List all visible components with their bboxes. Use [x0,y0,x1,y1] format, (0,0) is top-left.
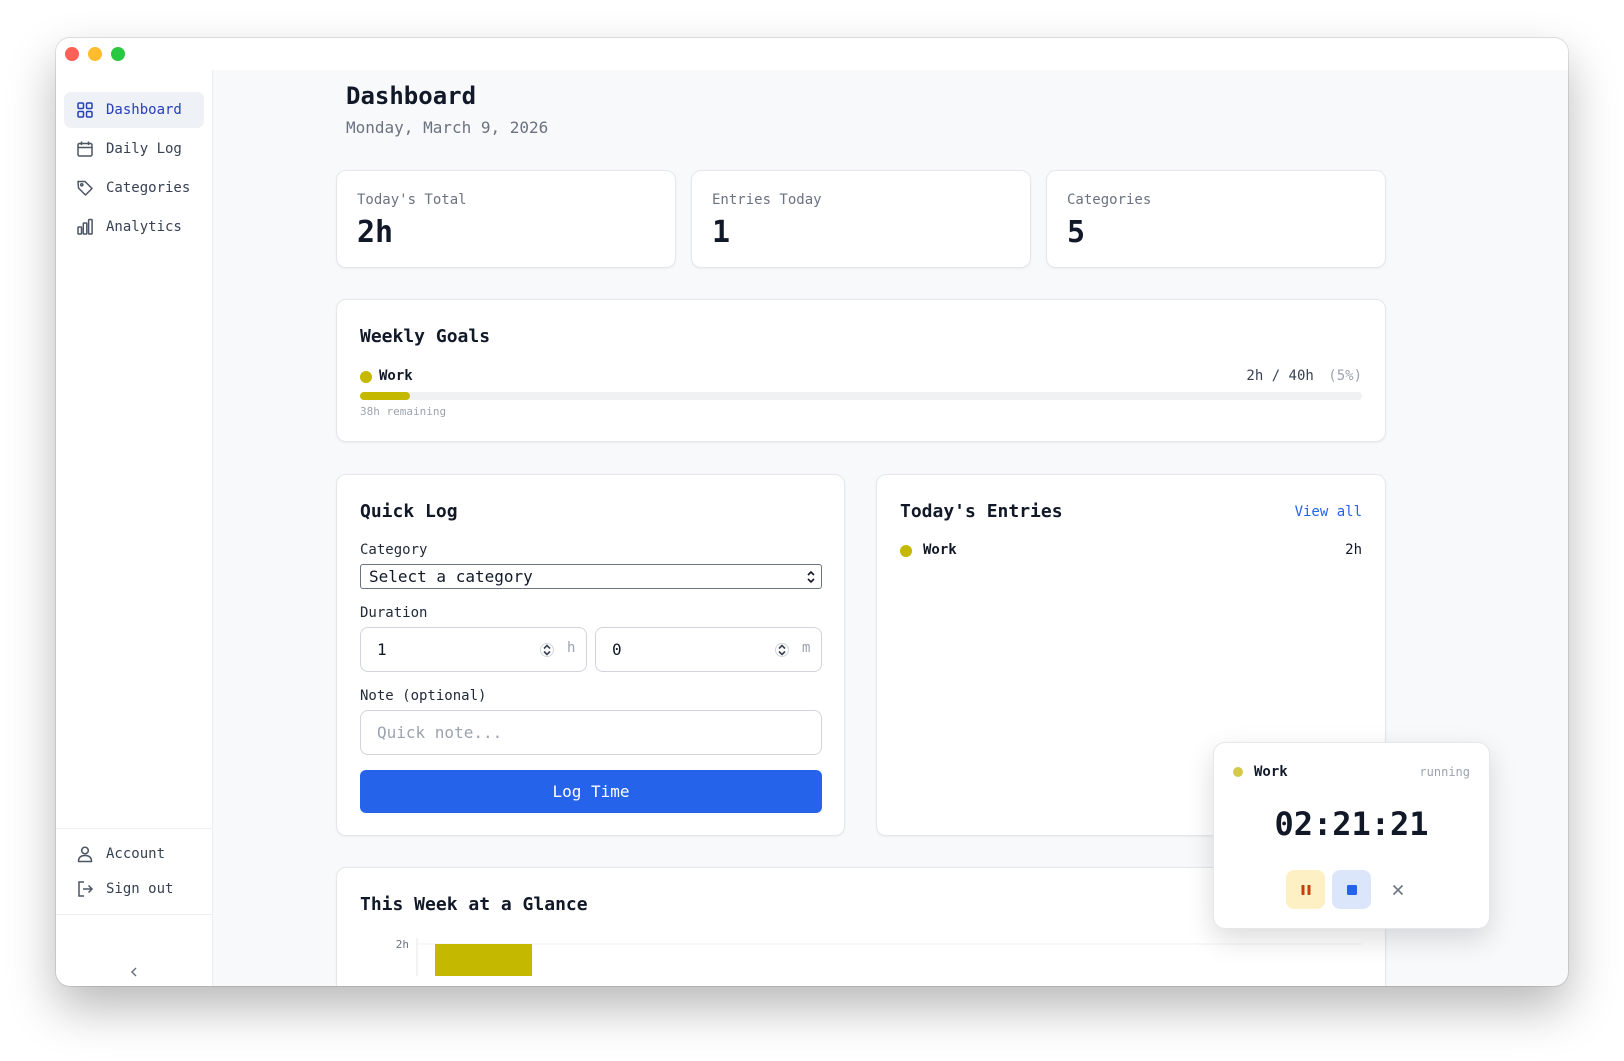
timer-category-dot [1233,767,1243,777]
stat-label: Today's Total [357,192,467,208]
goal-name: Work [379,368,413,384]
hours-unit: h [567,640,576,656]
stepper-icon[interactable] [540,640,554,660]
view-all-link[interactable]: View all [1295,504,1362,520]
timer-display: 02:21:21 [1274,805,1429,843]
goal-percent: (5%) [1328,368,1362,384]
sidebar-item-analytics[interactable]: Analytics [64,209,204,245]
sidebar-item-dashboard[interactable]: Dashboard [64,92,204,128]
grid-icon [77,102,93,118]
select-chevron-icon [807,570,815,584]
goal-progress-text: 2h / 40h (5%) [1246,368,1362,384]
sidebar-item-label: Analytics [106,219,182,235]
duration-label: Duration [360,605,428,621]
timer-status: running [1419,765,1470,779]
hours-input[interactable]: 1 h [360,627,587,672]
category-select-value: Select a category [369,567,533,586]
weekly-goals-card: Weekly Goals Work 2h / 40h (5%) 38h rema… [336,299,1386,442]
sidebar-item-label: Account [106,846,166,862]
stat-card-total: Today's Total 2h [336,170,676,268]
close-window-button[interactable] [65,47,79,61]
pause-icon [1301,884,1310,895]
list-item[interactable]: Work 2h [900,542,1362,562]
chart-bar [435,944,532,976]
card-title: This Week at a Glance [360,894,588,915]
maximize-window-button[interactable] [111,47,125,61]
close-icon [1392,884,1403,895]
note-label: Note (optional) [360,688,487,704]
tag-icon [77,180,93,196]
stop-button[interactable] [1332,870,1371,909]
goal-progress-fill [360,392,411,400]
calendar-icon [77,141,93,157]
stat-card-categories: Categories 5 [1046,170,1386,268]
y-tick-label: 2h [396,938,409,951]
card-title: Weekly Goals [360,326,491,347]
collapse-sidebar-button[interactable] [122,960,146,984]
stop-icon [1346,884,1357,895]
pause-button[interactable] [1286,870,1325,909]
chevron-left-icon [130,967,137,977]
sidebar-item-categories[interactable]: Categories [64,170,204,206]
stat-value: 2h [357,215,394,250]
entry-duration: 2h [1345,542,1362,558]
sidebar-item-daily-log[interactable]: Daily Log [64,131,204,167]
category-label: Category [360,542,428,558]
category-dot [360,371,372,383]
entry-name: Work [923,542,957,558]
user-icon [77,846,93,863]
discard-button[interactable] [1378,870,1417,909]
note-placeholder: Quick note... [377,723,503,742]
sidebar: Dashboard Daily Log Categories Analytics [56,70,213,986]
page-title: Dashboard [346,82,477,110]
stat-label: Categories [1067,192,1152,208]
stat-card-entries: Entries Today 1 [691,170,1031,268]
goal-progress: 2h / 40h [1246,368,1314,384]
minutes-input[interactable]: 0 m [595,627,822,672]
minimize-window-button[interactable] [88,47,102,61]
note-input[interactable]: Quick note... [360,710,822,755]
sidebar-item-label: Categories [106,180,191,196]
sign-out-icon [78,881,94,897]
category-select[interactable]: Select a category [360,564,822,589]
quick-log-card: Quick Log Category Select a category Dur… [336,474,845,836]
sidebar-divider [56,828,213,829]
week-glance-chart: 2h [396,938,1362,976]
bar-chart-icon [77,218,93,235]
log-time-button[interactable]: Log Time [360,770,822,813]
title-bar [56,38,1568,70]
goal-progress-track [360,392,1362,400]
page-date: Monday, March 9, 2026 [346,118,549,137]
hours-value: 1 [377,640,387,659]
card-title: Today's Entries [900,501,1063,522]
sidebar-item-label: Dashboard [106,102,182,118]
minutes-unit: m [802,640,811,656]
sidebar-item-label: Sign out [106,881,174,897]
minutes-value: 0 [612,640,622,659]
timer-widget: Work running 02:21:21 [1213,742,1490,929]
sidebar-item-label: Daily Log [106,141,182,157]
sidebar-item-sign-out[interactable]: Sign out [64,871,204,907]
goal-remaining: 38h remaining [360,405,447,418]
sidebar-item-account[interactable]: Account [64,836,204,872]
category-dot [900,545,912,557]
stat-label: Entries Today [712,192,822,208]
stat-value: 5 [1067,215,1086,250]
card-title: Quick Log [360,501,458,522]
stepper-icon[interactable] [775,640,789,660]
stat-value: 1 [712,215,731,250]
timer-category: Work [1254,764,1288,780]
app-window: Dashboard Daily Log Categories Analytics [56,38,1568,986]
sidebar-divider [56,914,213,915]
